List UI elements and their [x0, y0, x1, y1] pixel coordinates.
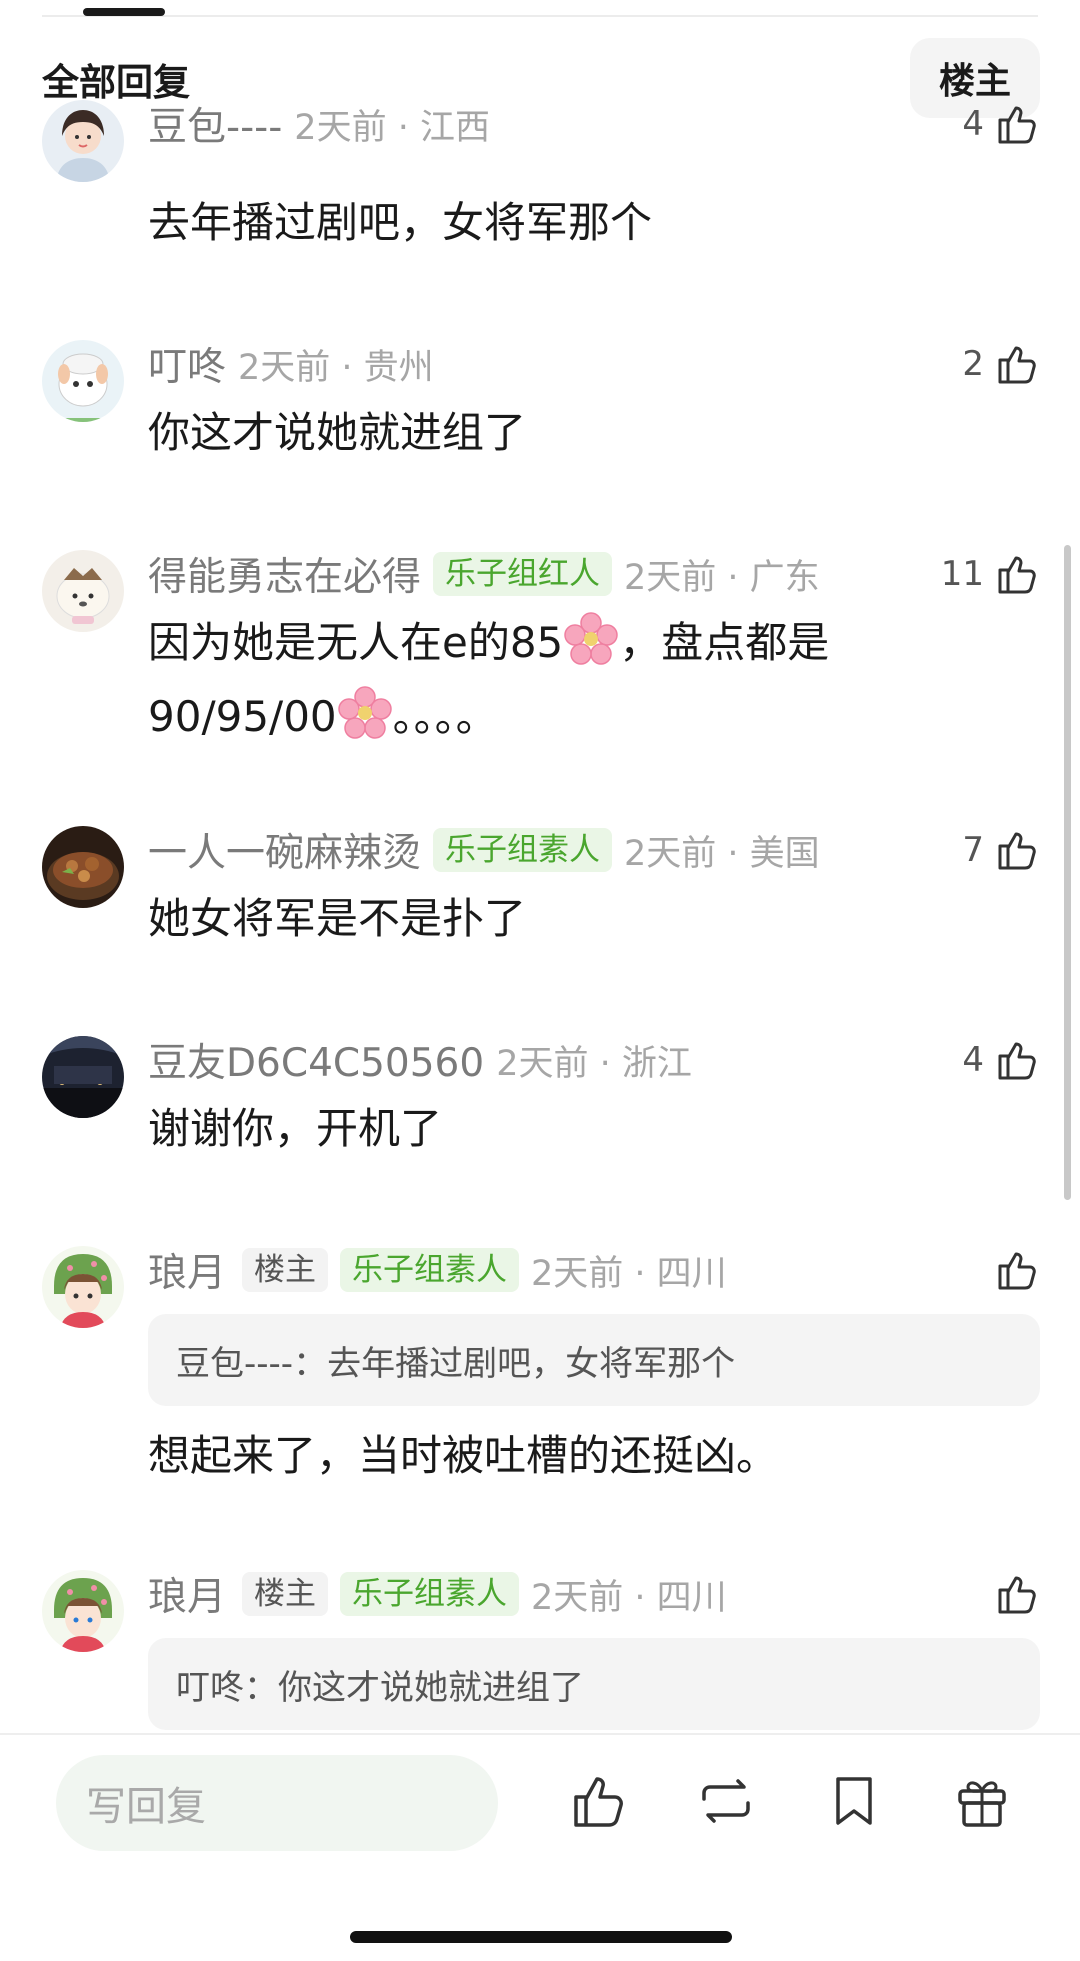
repost-icon: [702, 1779, 750, 1823]
like-count: 7: [962, 830, 984, 870]
time-location: 2天前 · 美国: [624, 833, 820, 874]
username[interactable]: 豆包----: [148, 96, 282, 152]
like-count: 4: [962, 1040, 984, 1080]
gift-button[interactable]: [950, 1769, 1014, 1833]
comment-meta: 豆包---- 2天前 · 江西: [148, 100, 490, 150]
bottom-action-bar: 写回复: [0, 1733, 1080, 1961]
comment-meta: 得能勇志在必得 乐子组红人 2天前 · 广东: [148, 550, 820, 600]
time-location: 2天前 · 浙江: [496, 1043, 692, 1084]
comment-text: 去年播过剧吧，女将军那个: [148, 198, 653, 247]
like-button[interactable]: [984, 1243, 1040, 1297]
comment-text-part: 90/95/00: [148, 692, 337, 741]
tab-indicator: [83, 8, 165, 16]
like-button[interactable]: 2: [962, 337, 1040, 391]
thumbs-up-icon: [574, 1777, 623, 1827]
thumbs-up-icon: [998, 832, 1036, 870]
comment-text-part: 。。。。: [392, 692, 498, 741]
comment-text-part: 因为她是无人在e的85: [148, 618, 564, 667]
avatar[interactable]: [42, 340, 124, 422]
like-button[interactable]: [984, 1567, 1040, 1621]
repost-button[interactable]: [694, 1769, 758, 1833]
group-badge: 乐子组素人: [433, 828, 613, 872]
comment-meta: 叮咚 2天前 · 贵州: [148, 340, 434, 390]
comment-text: 你这才说她就进组了: [148, 408, 527, 457]
comment-text: 她女将军是不是扑了: [148, 894, 527, 943]
avatar[interactable]: [42, 1036, 124, 1118]
op-badge: 楼主: [242, 1248, 329, 1292]
cherry-blossom-icon: [564, 612, 619, 665]
bookmark-button[interactable]: [822, 1769, 886, 1833]
scrollbar[interactable]: [1064, 545, 1071, 1200]
thumbs-up-icon: [998, 1576, 1036, 1614]
time-location: 2天前 · 四川: [531, 1253, 727, 1294]
like-post-button[interactable]: [566, 1769, 630, 1833]
like-count: 4: [962, 104, 984, 144]
username[interactable]: 豆友D6C4C50560: [148, 1032, 484, 1088]
top-divider: [42, 15, 1038, 17]
thumbs-up-icon: [998, 106, 1036, 144]
comment-text: 谢谢你，开机了: [148, 1104, 443, 1153]
comment-text-part: ，盘点都是: [619, 618, 830, 667]
op-badge: 楼主: [242, 1572, 329, 1616]
thumbs-up-icon: [998, 1042, 1036, 1080]
bookmark-icon: [836, 1777, 872, 1825]
group-badge: 乐子组红人: [433, 552, 613, 596]
group-badge: 乐子组素人: [340, 1572, 520, 1616]
like-button[interactable]: 7: [962, 823, 1040, 877]
home-indicator: [350, 1931, 732, 1943]
thumbs-up-icon: [998, 556, 1036, 594]
time-location: 2天前 · 江西: [294, 107, 490, 148]
reply-input[interactable]: 写回复: [56, 1755, 498, 1851]
avatar[interactable]: [42, 1570, 124, 1652]
time-location: 2天前 · 广东: [624, 557, 820, 598]
thumbs-up-icon: [998, 1252, 1036, 1290]
time-location: 2天前 · 贵州: [238, 347, 434, 388]
group-badge: 乐子组素人: [340, 1248, 520, 1292]
time-location: 2天前 · 四川: [531, 1577, 727, 1618]
gift-icon: [958, 1781, 1006, 1827]
comment-meta: 琅月 楼主 乐子组素人 2天前 · 四川: [148, 1570, 727, 1620]
comment-meta: 琅月 楼主 乐子组素人 2天前 · 四川: [148, 1246, 727, 1296]
comment-meta: 豆友D6C4C50560 2天前 · 浙江: [148, 1036, 692, 1086]
avatar[interactable]: [42, 1246, 124, 1328]
like-button[interactable]: 4: [962, 1033, 1040, 1087]
avatar[interactable]: [42, 550, 124, 632]
username[interactable]: 一人一碗麻辣烫: [148, 822, 421, 878]
like-button[interactable]: 4: [962, 97, 1040, 151]
comment-text: 想起来了，当时被吐槽的还挺凶。: [148, 1431, 779, 1480]
username[interactable]: 得能勇志在必得: [148, 546, 421, 602]
like-count: 11: [940, 554, 984, 594]
comment-text: 因为她是无人在e的85 ，盘点都是 90/95/00 。。。。: [148, 606, 1028, 754]
thumbs-up-icon: [998, 346, 1036, 384]
like-button[interactable]: 11: [941, 547, 1040, 601]
like-count: 2: [962, 344, 984, 384]
avatar[interactable]: [42, 100, 124, 182]
quoted-reply[interactable]: 豆包----：去年播过剧吧，女将军那个: [148, 1314, 1040, 1406]
username[interactable]: 琅月: [148, 1566, 226, 1622]
username[interactable]: 琅月: [148, 1242, 226, 1298]
avatar[interactable]: [42, 826, 124, 908]
cherry-blossom-icon: [337, 686, 392, 739]
comment-meta: 一人一碗麻辣烫 乐子组素人 2天前 · 美国: [148, 826, 820, 876]
quoted-reply[interactable]: 叮咚：你这才说她就进组了: [148, 1638, 1040, 1730]
username[interactable]: 叮咚: [148, 336, 226, 392]
